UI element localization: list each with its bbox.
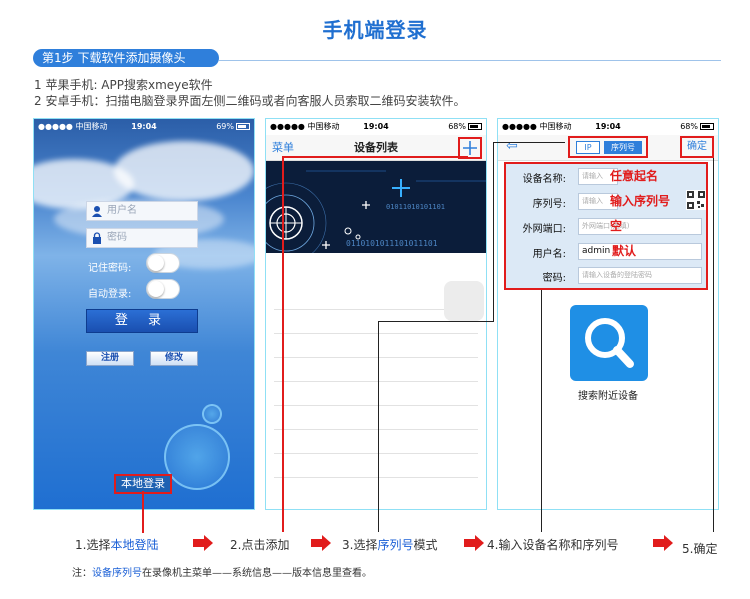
step-divider <box>219 60 721 61</box>
status-bar: ●●●●● 中国移动 19:04 69% <box>34 119 254 135</box>
battery-icon <box>700 123 714 130</box>
mode-serial-tab[interactable]: 序列号 <box>604 141 642 154</box>
device-name-label: 设备名称: <box>522 174 566 185</box>
search-icon <box>585 318 634 368</box>
step-label: 第1步 下载软件添加摄像头 <box>33 49 219 67</box>
workflow-step-2: 2.点击添加 <box>230 538 290 552</box>
username-label: 用户名: <box>532 249 566 260</box>
register-button[interactable]: 注册 <box>86 351 134 366</box>
status-bar: ●●●●● 中国移动 19:04 68% <box>498 119 718 135</box>
remember-password-label: 记住密码: <box>88 263 132 274</box>
phone-device-list-screen: ●●●●● 中国移动 19:04 68% 菜单 设备列表 01011010101… <box>265 118 487 510</box>
username-input[interactable]: 用户名 <box>86 201 198 221</box>
workflow-step-1: 1.选择本地登陆 <box>75 538 159 552</box>
decor-bubble <box>202 404 222 424</box>
connector-line <box>541 290 542 532</box>
connector-line <box>142 491 144 533</box>
device-form: 设备名称: 请输入 任意起名 序列号: 请输入 输入序列号 外网端口: 外网端口… <box>504 162 708 290</box>
modify-button[interactable]: 修改 <box>150 351 198 366</box>
connector-line <box>378 321 493 322</box>
decor-bubble <box>164 424 230 490</box>
user-icon <box>92 206 102 217</box>
list-row <box>274 381 478 382</box>
battery-status: 68% <box>448 119 482 135</box>
arrow-right-icon <box>311 535 331 551</box>
workflow-step-5: 5.确定 <box>682 542 718 556</box>
auto-login-toggle[interactable] <box>146 279 180 299</box>
device-name-note: 任意起名 <box>610 169 659 183</box>
lock-icon <box>93 232 101 244</box>
instruction-android: 2 安卓手机：扫描电脑登录界面左侧二维码或者向客服人员索取二维码安装软件。 <box>34 94 466 108</box>
list-row <box>274 333 478 334</box>
tech-banner-image: 01011010101101 0110101011101011101 <box>266 161 486 253</box>
search-nearby-button[interactable] <box>570 305 648 381</box>
floating-assist-button[interactable] <box>444 281 484 321</box>
back-icon[interactable]: ⇦ <box>506 138 518 154</box>
qr-code-icon[interactable] <box>686 190 706 210</box>
list-row <box>274 453 478 454</box>
username-placeholder: 用户名 <box>107 205 137 216</box>
binary-text: 01011010101101 <box>386 203 446 211</box>
footnote: 注：设备序列号在录像机主菜单——系统信息——版本信息里查看。 <box>72 568 372 579</box>
device-username-input[interactable]: admin <box>578 243 702 260</box>
connector-line <box>378 321 379 532</box>
serial-note: 输入序列号 <box>610 194 671 208</box>
arrow-right-icon <box>653 535 673 551</box>
connector-line <box>493 142 565 143</box>
step-bar: 第1步 下载软件添加摄像头 <box>33 49 723 67</box>
status-bar: ●●●●● 中国移动 19:04 68% <box>266 119 486 135</box>
list-row <box>274 405 478 406</box>
mode-selector: IP 序列号 <box>568 136 648 158</box>
binary-text: 0110101011101011101 <box>346 239 438 248</box>
external-port-input[interactable]: 外网端口(选填) <box>578 218 702 235</box>
list-row <box>274 477 478 478</box>
list-row <box>274 357 478 358</box>
connector-line <box>493 142 494 322</box>
external-port-label: 外网端口: <box>522 224 566 235</box>
page-title: 手机端登录 <box>322 18 428 42</box>
battery-icon <box>468 123 482 130</box>
workflow-step-4: 4.输入设备名称和序列号 <box>487 538 619 552</box>
instruction-ios: 1 苹果手机: APP搜索xmeye软件 <box>34 78 213 92</box>
external-port-note: 空 <box>610 219 623 233</box>
username-note: 默认 <box>612 244 637 258</box>
connector-line <box>282 156 468 158</box>
list-row <box>274 429 478 430</box>
phone-login-screen: ●●●●● 中国移动 19:04 69% 用户名 密码 记住密码: 自动登录: … <box>33 118 255 510</box>
phone-add-device-screen: ●●●●● 中国移动 19:04 68% ⇦ IP 序列号 确定 设备名称: 请… <box>497 118 719 510</box>
remember-password-toggle[interactable] <box>146 253 180 273</box>
search-nearby-label: 搜索附近设备 <box>578 391 638 402</box>
arrow-right-icon <box>193 535 213 551</box>
auto-login-label: 自动登录: <box>88 289 132 300</box>
battery-icon <box>236 123 250 130</box>
plus-icon <box>463 141 477 155</box>
connector-line <box>713 158 714 532</box>
device-password-input[interactable]: 请输入设备的登陆密码 <box>578 267 702 284</box>
battery-status: 68% <box>680 119 714 135</box>
nav-bar: ⇦ IP 序列号 确定 <box>498 135 718 161</box>
serial-label: 序列号: <box>532 199 566 210</box>
confirm-button[interactable]: 确定 <box>680 136 714 158</box>
battery-status: 69% <box>216 119 250 135</box>
password-input[interactable]: 密码 <box>86 228 198 248</box>
password-placeholder: 密码 <box>107 232 127 243</box>
device-password-label: 密码: <box>542 273 566 284</box>
connector-line <box>282 156 284 532</box>
login-button[interactable]: 登 录 <box>86 309 198 333</box>
workflow-step-3: 3.选择序列号模式 <box>342 538 438 552</box>
arrow-right-icon <box>464 535 484 551</box>
mode-ip-tab[interactable]: IP <box>576 141 600 154</box>
